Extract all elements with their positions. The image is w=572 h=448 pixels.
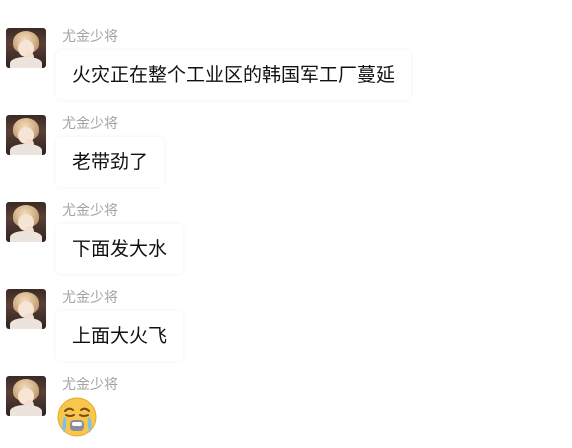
message-bubble[interactable]: 上面大火飞 bbox=[56, 311, 184, 361]
sender-name: 尤金少将 bbox=[62, 377, 118, 393]
message-bubble[interactable]: 火灾正在整个工业区的韩国军工厂蔓延 bbox=[56, 50, 412, 100]
sender-name: 尤金少将 bbox=[62, 116, 118, 132]
sender-avatar[interactable] bbox=[6, 289, 46, 329]
message-row: 尤金少将 bbox=[0, 376, 572, 448]
message-bubble[interactable]: 下面发大水 bbox=[56, 224, 184, 274]
sender-name: 尤金少将 bbox=[62, 290, 118, 306]
sender-avatar[interactable] bbox=[6, 115, 46, 155]
sender-avatar[interactable] bbox=[6, 28, 46, 68]
message-row: 尤金少将 火灾正在整个工业区的韩国军工厂蔓延 bbox=[0, 28, 572, 115]
sender-name: 尤金少将 bbox=[62, 29, 118, 45]
message-row: 尤金少将 老带劲了 bbox=[0, 115, 572, 202]
message-bubble[interactable]: 老带劲了 bbox=[56, 137, 165, 187]
sender-avatar[interactable] bbox=[6, 202, 46, 242]
message-row: 尤金少将 下面发大水 bbox=[0, 202, 572, 289]
sender-name: 尤金少将 bbox=[62, 203, 118, 219]
sender-avatar[interactable] bbox=[6, 376, 46, 416]
message-row: 尤金少将 上面大火飞 bbox=[0, 289, 572, 376]
crying-face-emoji-icon[interactable] bbox=[56, 396, 98, 438]
chat-history: 尤金少将 火灾正在整个工业区的韩国军工厂蔓延 尤金少将 老带劲了 尤金少将 下面… bbox=[0, 0, 572, 448]
